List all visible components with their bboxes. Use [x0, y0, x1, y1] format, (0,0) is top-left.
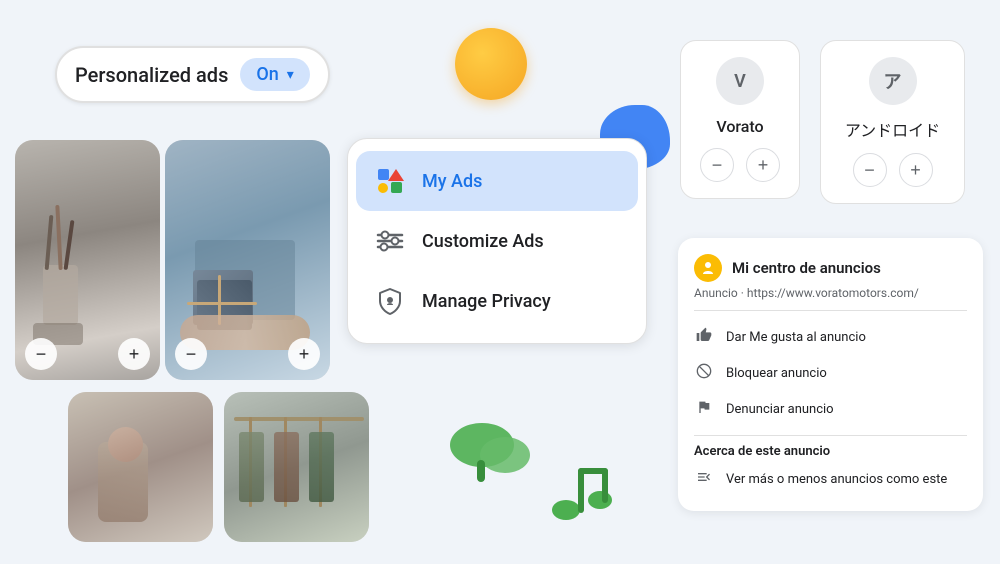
vorato-plus-button[interactable]: + [746, 148, 780, 182]
photo-card-tools: − + [15, 140, 160, 380]
ad-center-panel: Mi centro de anuncios Anuncio · https://… [678, 238, 983, 511]
like-label: Dar Me gusta al anuncio [726, 330, 866, 345]
block-icon [694, 363, 714, 383]
ad-action-like[interactable]: Dar Me gusta al anuncio [694, 319, 967, 355]
like-icon [694, 327, 714, 347]
customize-ads-icon [374, 225, 406, 257]
manage-privacy-icon [374, 285, 406, 317]
card2-minus-button[interactable]: − [175, 338, 207, 370]
lang-card-android-jp: ア アンドロイド − + [820, 40, 965, 204]
lang-card-vorato: V Vorato − + [680, 40, 800, 199]
menu-item-customize-ads[interactable]: Customize Ads [356, 211, 638, 271]
menu-item-manage-privacy[interactable]: Manage Privacy [356, 271, 638, 331]
my-ads-icon [374, 165, 406, 197]
ads-dropdown-arrow: ▾ [287, 67, 294, 83]
green-note-decoration [548, 458, 618, 532]
green-leaf-decoration [447, 420, 537, 494]
more-less-label: Ver más o menos anuncios como este [726, 472, 947, 487]
ad-action-report[interactable]: Denunciar anuncio [694, 391, 967, 427]
card2-plus-button[interactable]: + [288, 338, 320, 370]
menu-item-my-ads[interactable]: My Ads [356, 151, 638, 211]
photo-card-clothes [224, 392, 369, 542]
ad-center-subtitle: Anuncio · https://www.voratomotors.com/ [694, 286, 967, 300]
ad-center-title: Mi centro de anuncios [732, 259, 881, 277]
orange-ball-decoration [455, 28, 527, 100]
vorato-minus-button[interactable]: − [700, 148, 734, 182]
ads-status-text: On [256, 64, 278, 85]
divider-2 [694, 435, 967, 436]
customize-ads-label: Customize Ads [422, 231, 544, 252]
vorato-name: Vorato [716, 117, 763, 136]
report-label: Denunciar anuncio [726, 402, 834, 417]
ad-action-more-less[interactable]: Ver más o menos anuncios como este [694, 463, 967, 495]
android-jp-plus-button[interactable]: + [899, 153, 933, 187]
menu-dropdown: My Ads Customize Ads Manage Privacy [347, 138, 647, 344]
android-jp-minus-button[interactable]: − [853, 153, 887, 187]
ad-section-title: Acerca de este anuncio [694, 444, 967, 459]
card1-plus-button[interactable]: + [118, 338, 150, 370]
android-jp-avatar: ア [869, 57, 917, 105]
my-ads-label: My Ads [422, 171, 482, 192]
report-icon [694, 399, 714, 419]
ad-center-icon [694, 254, 722, 282]
ads-toggle-label: Personalized ads [75, 63, 228, 87]
photo-card-person [68, 392, 213, 542]
ads-toggle-status[interactable]: On ▾ [240, 58, 309, 91]
ads-toggle[interactable]: Personalized ads On ▾ [55, 46, 330, 103]
card1-minus-button[interactable]: − [25, 338, 57, 370]
android-jp-name: アンドロイド [845, 117, 940, 141]
vorato-avatar: V [716, 57, 764, 105]
block-label: Bloquear anuncio [726, 366, 827, 381]
ad-action-block[interactable]: Bloquear anuncio [694, 355, 967, 391]
manage-privacy-label: Manage Privacy [422, 291, 551, 312]
divider-1 [694, 310, 967, 311]
more-less-icon [694, 469, 714, 489]
photo-card-gift: − + [165, 140, 330, 380]
